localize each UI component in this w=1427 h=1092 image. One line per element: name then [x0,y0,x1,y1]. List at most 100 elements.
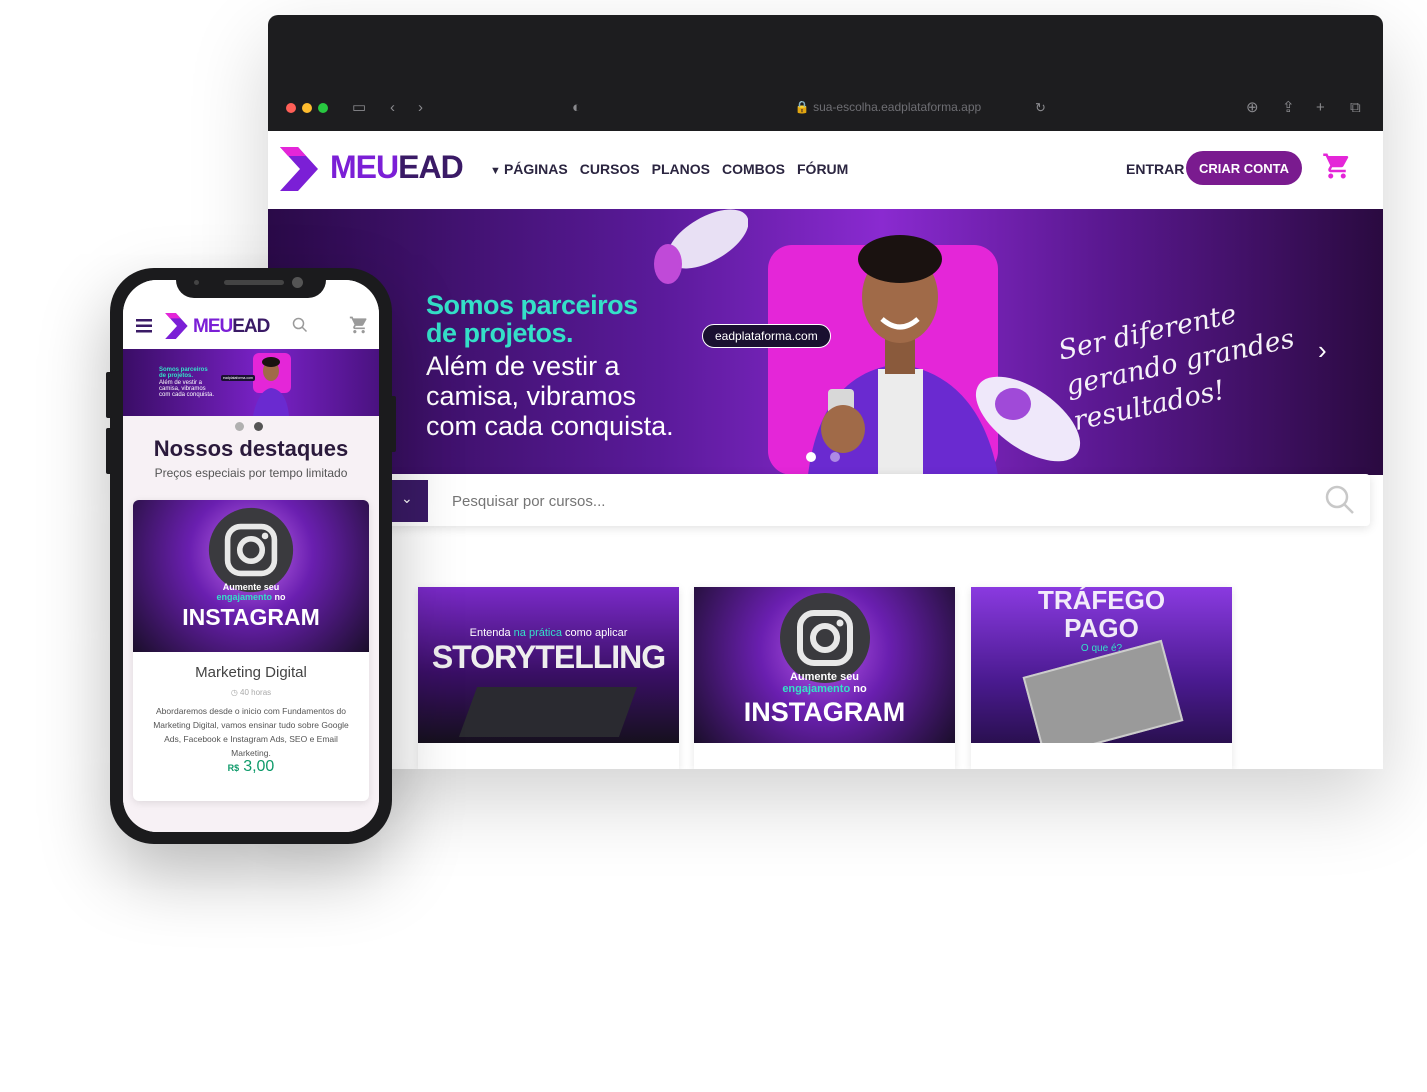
course-image-post: no [272,592,286,602]
create-account-button[interactable]: CRIAR CONTA [1186,151,1302,185]
mobile-slide-dots [235,418,273,436]
hero-dot-1[interactable] [806,452,816,462]
phone-notch [176,268,326,298]
hero-title-line1: Somos parceiros [426,290,638,320]
course-subtitle: Entenda na prática como aplicar [418,627,679,639]
course-price: R$ 3,00 [133,758,369,776]
search-input[interactable] [450,487,1274,515]
phone-side-button [106,428,112,474]
forward-icon[interactable]: › [418,99,423,117]
hero-script-text: Ser diferente gerando grandes resultados… [1055,286,1305,440]
menu-icon[interactable] [136,319,152,333]
course-hours-text: 40 horas [240,688,272,697]
course-card-instagram[interactable]: Aumente seu engajamento no INSTAGRAM [694,587,955,769]
hero-banner: eadplataforma.com Somos parceiros de pro… [268,209,1383,475]
main-nav: ▼ PÁGINAS CURSOS PLANOS COMBOS FÓRUM [490,161,848,177]
instagram-icon [208,507,294,593]
mobile-hero-sub: Além de vestir a camisa, vibramos com ca… [159,380,214,398]
mobile-hero-title: Somos parceiros de projetos. [159,367,208,379]
course-image: TRÁFEGO PAGO O que é? [971,587,1232,743]
tabs-icon[interactable]: ⧉ [1350,99,1361,117]
course-title-line1: TRÁFEGO [1037,587,1166,615]
browser-chrome: ▭ ‹ › ◐ 🔒 sua-escolha.eadplataforma.app … [268,15,1383,131]
mobile-hero-title-line2: de projetos. [159,373,194,379]
download-icon[interactable]: ⊕ [1246,99,1259,117]
logo-part-ead: EAD [232,316,270,337]
mobile-body: Nossos destaques Preços especiais por te… [123,416,379,832]
sidebar-icon[interactable]: ▭ [352,99,366,117]
hero-dot-2[interactable] [830,452,840,462]
course-price-currency: R$ [227,763,240,773]
phone-power-button [390,396,396,452]
course-search-bar: ⌄ [348,474,1370,526]
search-icon[interactable] [292,317,308,333]
logo-part-meu: MEU [330,149,399,185]
mobile-hero-pill: eadplataforma.com [221,375,255,381]
nav-forum[interactable]: FÓRUM [797,161,848,177]
rocket-icon [654,209,748,284]
course-image-highlight: engajamento [216,592,272,602]
course-subtitle: Aumente seu [789,671,860,683]
mobile-dot-2[interactable] [254,422,263,431]
new-tab-icon[interactable]: + [1316,99,1325,117]
share-icon[interactable]: ⇪ [1282,99,1295,117]
chevron-down-icon: ▼ [490,165,504,177]
logo-text[interactable]: MEUEAD [193,316,270,338]
hero-next-arrow-icon[interactable]: › [1318,335,1327,366]
nav-paginas[interactable]: ▼ PÁGINAS [490,161,568,177]
course-subtitle-line2: engajamento no [694,683,955,695]
laptop-image [458,687,638,737]
nav-cursos[interactable]: CURSOS [580,161,640,177]
hero-title-line2: de projetos. [426,318,574,348]
login-link[interactable]: ENTRAR [1126,161,1184,177]
course-card-marketing-digital[interactable]: Aumente seu engajamento no INSTAGRAM Mar… [133,500,369,801]
cart-icon[interactable] [1322,151,1352,181]
course-image: Entenda na prática como aplicar STORYTEL… [418,587,679,743]
cart-icon[interactable] [349,315,369,335]
phone-screen: MEUEAD Somos parceiros de projetos. Além… [123,280,379,832]
mobile-hero-sub-line3: com cada conquista. [159,392,215,398]
clock-icon: ◷ [230,688,241,697]
course-sub-highlight: engajamento [782,683,851,695]
mobile-dot-1[interactable] [235,422,244,431]
person-photo [253,357,289,416]
address-bar[interactable]: 🔒 sua-escolha.eadplataforma.app [738,100,1038,114]
nav-combos[interactable]: COMBOS [722,161,785,177]
mobile-hero-banner: Somos parceiros de projetos. Além de ves… [123,349,379,416]
logo-icon[interactable] [165,313,189,339]
section-title: Nossos destaques [153,436,349,461]
search-icon[interactable] [1324,484,1356,516]
course-card-storytelling[interactable]: Entenda na prática como aplicar STORYTEL… [418,587,679,769]
section-subtitle: Preços especiais por tempo limitado [154,466,348,480]
url-text: sua-escolha.eadplataforma.app [813,100,982,114]
course-price-value: 3,00 [243,758,275,775]
course-sub-pre: Entenda [469,627,514,639]
course-image-line1: Aumente seu [222,582,280,592]
maximize-window-button[interactable] [318,103,328,113]
browser-window: ▭ ‹ › ◐ 🔒 sua-escolha.eadplataforma.app … [268,15,1383,769]
course-image: Aumente seu engajamento no INSTAGRAM [133,500,369,652]
money-image [1022,639,1184,743]
nav-planos[interactable]: PLANOS [652,161,710,177]
sensor-dot [194,280,199,285]
course-subtitle: O que é? [1080,643,1123,654]
logo-icon[interactable] [280,147,320,191]
speaker-grille [224,280,284,285]
course-sub-highlight: na prática [513,627,562,639]
course-image: Aumente seu engajamento no INSTAGRAM [694,587,955,743]
course-card-trafego[interactable]: TRÁFEGO PAGO O que é? [971,587,1232,769]
hero-title: Somos parceiros de projetos. [426,291,638,347]
course-title-line2: PAGO [1064,613,1139,643]
course-hours: ◷ 40 horas [133,688,369,697]
chevron-down-icon: ⌄ [401,490,413,506]
hero-slide-dots [806,449,854,467]
course-description: Abordaremos desde o inicio com Fundament… [153,706,349,758]
minimize-window-button[interactable] [302,103,312,113]
close-window-button[interactable] [286,103,296,113]
back-icon[interactable]: ‹ [390,99,395,117]
logo-text[interactable]: MEUEAD [330,149,464,186]
site-header: MEUEAD ▼ PÁGINAS CURSOS PLANOS COMBOS FÓ… [268,131,1383,210]
reload-icon[interactable]: ↻ [1035,99,1046,117]
hero-sub-line3: com cada conquista. [426,411,674,441]
category-dropdown[interactable]: ⌄ [390,480,428,522]
